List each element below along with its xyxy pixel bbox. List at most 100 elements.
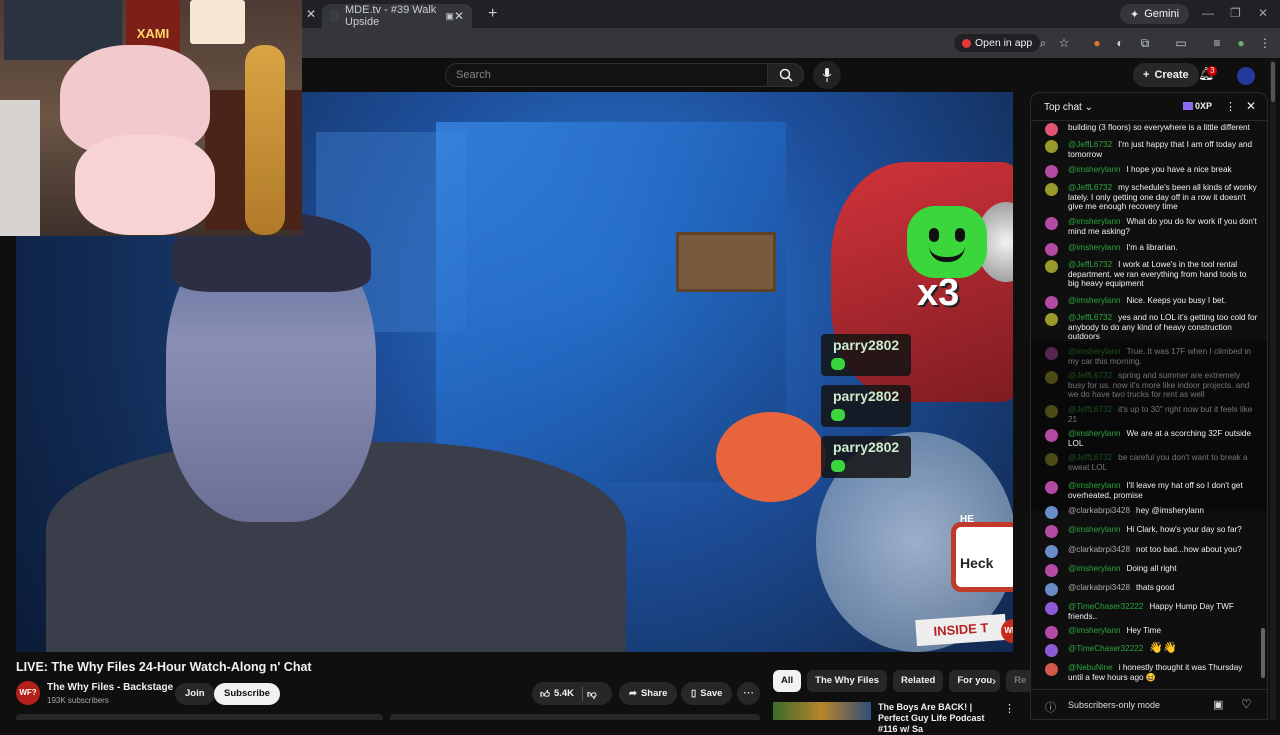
cast-icon[interactable]: ▭: [1174, 36, 1188, 50]
money-icon[interactable]: ▣: [1213, 698, 1223, 711]
chip-related[interactable]: Related: [893, 670, 944, 692]
like-count[interactable]: 5.4K: [554, 688, 574, 699]
chat-message[interactable]: @imsherylann Hi Clark, how's your day so …: [1045, 525, 1259, 538]
tab-title: MDE.tv - #39 Walk Upside: [345, 4, 437, 28]
info-icon[interactable]: ⓘ: [1045, 699, 1056, 715]
cast-icon: ▣: [445, 10, 454, 21]
browser-menu-icon[interactable]: ⋮: [1258, 36, 1272, 50]
chat-message[interactable]: @JeffL6732 it's up to 30" right now but i…: [1045, 405, 1259, 424]
media-controls-icon[interactable]: ≡: [1210, 36, 1224, 50]
chat-mode-dropdown[interactable]: Top chat ⌄: [1044, 102, 1093, 113]
chat-message-list[interactable]: building (3 floors) so everywhere is a l…: [1031, 121, 1267, 689]
subscribe-button[interactable]: Subscribe: [214, 683, 280, 705]
chat-message[interactable]: @JeffL6732 be careful you don't want to b…: [1045, 453, 1259, 472]
bookmark-star-icon[interactable]: ☆: [1057, 36, 1071, 50]
tab-close-icon[interactable]: ✕: [454, 9, 464, 23]
zoom-icon[interactable]: ⌕: [1036, 36, 1050, 50]
extension-icon[interactable]: ◐: [1113, 36, 1127, 50]
chevron-right-icon[interactable]: ›: [992, 674, 996, 688]
share-button[interactable]: ➦ Share: [619, 682, 678, 705]
open-in-app-label: Open in app: [975, 37, 1033, 49]
chat-message[interactable]: @TimeChaser32222 Happy Hump Day TWF frien…: [1045, 602, 1259, 621]
chat-alert: parry2802: [821, 334, 911, 376]
window-close-icon[interactable]: ✕: [1258, 6, 1268, 20]
share-arrow-icon: ➦: [629, 688, 637, 699]
comment-box[interactable]: [390, 714, 760, 720]
profile-icon[interactable]: ●: [1234, 36, 1248, 50]
minimize-icon[interactable]: —: [1202, 6, 1214, 20]
avatar: [1045, 525, 1058, 538]
voice-search-button[interactable]: [813, 61, 841, 89]
gemini-button[interactable]: ✦ Gemini: [1120, 4, 1190, 24]
chat-message[interactable]: @NebuNine i honestly thought it was Thurs…: [1045, 663, 1259, 682]
live-chat-panel: Top chat ⌄ 0XP ⋮ ✕ building (3 floors) s…: [1030, 92, 1268, 720]
chip-all[interactable]: All: [773, 670, 802, 692]
channel-avatar[interactable]: WF?: [16, 681, 40, 705]
green-emote-icon: [831, 409, 845, 421]
more-actions-button[interactable]: ⋯: [737, 682, 760, 705]
create-label: Create: [1154, 69, 1189, 81]
chat-message[interactable]: @JeffL6732 yes and no LOL it's getting to…: [1045, 313, 1259, 342]
chat-message[interactable]: @JeffL6732 my schedule's been all kinds o…: [1045, 183, 1259, 212]
thumbs-down-icon[interactable]: 👎︎: [587, 688, 597, 700]
lamp: [190, 0, 245, 44]
avatar: [1045, 545, 1058, 558]
chat-message[interactable]: @JeffL6732 I'm just happy that I am off t…: [1045, 140, 1259, 159]
chat-message[interactable]: @TimeChaser32222 👋👋: [1045, 643, 1259, 657]
green-emote-icon: [831, 358, 845, 370]
open-in-app-button[interactable]: Open in app: [954, 34, 1041, 52]
share-label: Share: [640, 688, 668, 699]
green-emote-icon: [907, 206, 987, 278]
youtube-icon: [962, 38, 971, 48]
puzzle-icon[interactable]: ⧉: [1138, 36, 1152, 50]
chat-message[interactable]: @clarkabrpi3428 thats good: [1045, 583, 1259, 596]
channel-name[interactable]: The Why Files - Backstage: [47, 682, 173, 693]
tab-favicon-icon: [330, 10, 339, 22]
chat-message[interactable]: @imsherylann Hey Time: [1045, 626, 1259, 639]
chat-message[interactable]: @imsherylann I hope you have a nice break: [1045, 165, 1259, 178]
search-button[interactable]: [767, 63, 804, 87]
page-scrollbar[interactable]: [1270, 60, 1276, 720]
avatar: [1045, 165, 1058, 178]
save-button[interactable]: ▯ Save: [681, 682, 733, 705]
avatar: [1045, 243, 1058, 256]
restore-icon[interactable]: ❐: [1230, 6, 1241, 20]
search-icon: [779, 68, 793, 82]
avatar: [1045, 217, 1058, 230]
chat-message[interactable]: @imsherylann I'm a librarian.: [1045, 243, 1259, 256]
chat-message[interactable]: @imsherylann Nice. Keeps you busy I bet.: [1045, 296, 1259, 309]
chat-close-icon[interactable]: ✕: [1246, 99, 1256, 113]
chat-message[interactable]: @imsherylann True. It was 17F when I clim…: [1045, 347, 1259, 366]
more-vert-icon[interactable]: ⋮: [1004, 702, 1015, 715]
chat-message[interactable]: @JeffL6732 spring and summer are extremel…: [1045, 371, 1259, 400]
join-button[interactable]: Join: [175, 683, 215, 705]
chat-more-icon[interactable]: ⋮: [1225, 100, 1236, 113]
xp-badge[interactable]: 0XP: [1183, 101, 1212, 111]
chat-scrollbar[interactable]: [1261, 628, 1265, 678]
create-button[interactable]: + Create: [1133, 63, 1199, 87]
chat-message[interactable]: @imsherylann I'll leave my hat off so I d…: [1045, 481, 1259, 500]
avatar: [1045, 583, 1058, 596]
browser-tab-active[interactable]: MDE.tv - #39 Walk Upside ▣ ✕: [322, 4, 472, 28]
avatar: [1045, 313, 1058, 326]
chat-message[interactable]: @clarkabrpi3428 not too bad...how about y…: [1045, 545, 1259, 558]
account-avatar[interactable]: [1237, 67, 1255, 85]
new-tab-icon[interactable]: +: [488, 5, 497, 23]
page-scroll-thumb[interactable]: [1271, 62, 1275, 102]
search-input[interactable]: Search: [445, 63, 768, 87]
extension-icon[interactable]: ●: [1090, 36, 1104, 50]
giraffe-plush: [245, 45, 285, 235]
heart-icon[interactable]: ♡: [1241, 697, 1252, 711]
chip-the-why-files[interactable]: The Why Files: [807, 670, 888, 692]
chat-message[interactable]: @imsherylann What do you do for work if y…: [1045, 217, 1259, 236]
description-box[interactable]: [16, 714, 383, 720]
chat-message[interactable]: building (3 floors) so everywhere is a l…: [1045, 123, 1259, 136]
thumbs-up-icon[interactable]: 👍︎: [540, 688, 550, 700]
recommended-thumbnail[interactable]: [773, 702, 871, 720]
recommended-title[interactable]: The Boys Are BACK! | Perfect Guy Life Po…: [878, 702, 996, 735]
tab-close-icon[interactable]: ✕: [306, 7, 316, 21]
chat-message[interactable]: @imsherylann Doing all right: [1045, 564, 1259, 577]
chat-message[interactable]: @imsherylann We are at a scorching 32F ou…: [1045, 429, 1259, 448]
chat-message[interactable]: @JeffL6732 I work at Lowe's in the tool r…: [1045, 260, 1259, 289]
chat-message[interactable]: @clarkabrpi3428 hey @imsherylann: [1045, 506, 1259, 519]
